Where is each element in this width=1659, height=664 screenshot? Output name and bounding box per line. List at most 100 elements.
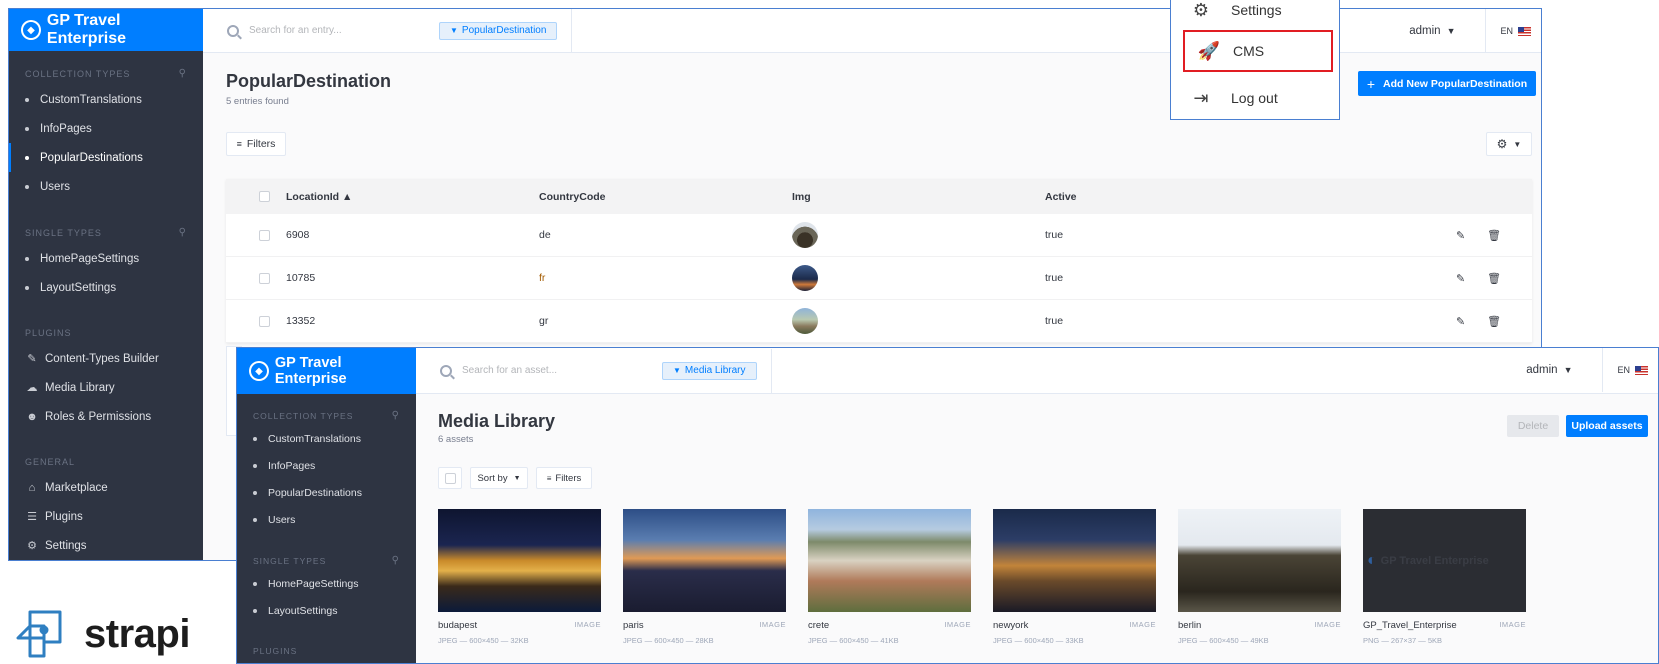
admin-dropdown[interactable]: admin [1409,25,1440,37]
sort-by-button[interactable]: Sort by ▼ [470,467,528,489]
asset-type-badge: IMAGE [759,620,786,629]
plus-icon: + [1366,75,1376,92]
page-title: Media Library [438,411,556,431]
menu-item-cms[interactable]: 🚀 CMS [1183,30,1333,72]
budapest-image [438,509,601,612]
paris-image [623,509,786,612]
settings-menu-button[interactable]: ⚙ ▼ [1486,132,1532,156]
select-all-checkbox-wrapper[interactable] [438,467,462,489]
sidebar-item-customtranslations[interactable]: CustomTranslations [237,425,416,452]
sidebar-item-settings[interactable]: ⚙ Settings [9,531,203,560]
gp-travel-logo-image: ◐ GP Travel Enterprise [1363,509,1526,612]
sidebar-item-users[interactable]: Users [9,172,203,201]
caret-down-icon: ▼ [513,474,521,482]
caret-down-icon[interactable]: ▼ [1564,365,1573,375]
asset-meta: JPEG — 600×450 — 49KB [1178,636,1269,645]
search-icon[interactable]: ⚲ [179,68,187,79]
asset-card[interactable]: ◐ GP Travel Enterprise GP_Travel_Enterpr… [1363,509,1526,645]
select-all-checkbox[interactable] [259,191,270,202]
asset-card[interactable]: newyork IMAGE JPEG — 600×450 — 33KB [993,509,1156,645]
sidebar-item-layoutsettings[interactable]: LayoutSettings [9,273,203,302]
bullet-icon [253,608,257,613]
language-switcher[interactable]: EN [1485,9,1531,53]
gear-icon: ⚙ [1192,0,1210,20]
page-title: PopularDestination [226,71,392,91]
row-checkbox[interactable] [259,229,270,241]
shopping-basket-icon: ⌂ [28,481,36,494]
bullet-icon [253,490,257,495]
sidebar-item-layoutsettings[interactable]: LayoutSettings [237,597,416,624]
filters-button[interactable]: ≡ Filters [226,132,286,156]
search-input[interactable]: Search for an entry... [249,25,439,36]
asset-name: crete [808,620,830,631]
search-icon[interactable]: ⚲ [179,227,187,238]
app-name: GP Travel Enterprise [46,12,127,47]
select-all-checkbox[interactable] [444,472,456,484]
trash-icon[interactable]: 🗑 [1487,315,1501,328]
edit-icon[interactable]: ✎ [1456,229,1465,242]
cell-active: true [1045,272,1064,284]
logo-mark-icon: ◐ [1367,551,1377,569]
cell-active: true [1045,229,1064,241]
brand-header[interactable]: ◆ GP Travel Enterprise [237,348,416,394]
sidebar-item-homepagesettings[interactable]: HomePageSettings [237,570,416,597]
asset-card[interactable]: paris IMAGE JPEG — 600×450 — 28KB [623,509,786,645]
asset-card[interactable]: crete IMAGE JPEG — 600×450 — 41KB [808,509,971,645]
menu-item-settings[interactable]: ⚙ Settings [1171,0,1339,31]
sidebar-item-content-types-builder[interactable]: ✎ Content-Types Builder [9,344,203,373]
search-icon [227,24,239,37]
filters-button[interactable]: ≡ Filters [536,467,592,489]
bullet-icon [253,463,257,468]
search-input[interactable]: Search for an asset... [462,365,662,376]
cell-locationid: 6908 [286,229,310,241]
caret-down-icon[interactable]: ▼ [1447,26,1456,36]
brand-header[interactable]: ◆ GP Travel Enterprise [9,9,203,51]
row-checkbox[interactable] [259,272,270,284]
admin-dropdown[interactable]: admin [1526,364,1557,376]
table-row[interactable]: 10785 fr true ✎ 🗑 [226,257,1532,300]
upload-assets-button[interactable]: Upload assets [1566,415,1648,437]
berlin-image [1178,509,1341,612]
language-switcher[interactable]: EN [1602,348,1648,392]
sidebar-item-roles-permissions[interactable]: ☻ Roles & Permissions [9,402,203,431]
sidebar-item-populardestinations[interactable]: PopularDestinations [237,479,416,506]
delete-button[interactable]: Delete [1507,415,1559,437]
sidebar-item-homepagesettings[interactable]: HomePageSettings [9,244,203,273]
sidebar-item-infopages[interactable]: InfoPages [9,114,203,143]
row-checkbox[interactable] [259,315,270,327]
edit-icon[interactable]: ✎ [1456,315,1465,328]
column-header-active[interactable]: Active [1045,191,1445,203]
table-row[interactable]: 6908 de true ✎ 🗑 [226,214,1532,257]
search-icon[interactable]: ⚲ [392,555,400,566]
menu-item-logout[interactable]: ⇥ Log out [1171,77,1339,119]
media-library-window: ◆ GP Travel Enterprise COLLECTION TYPES … [236,347,1659,664]
asset-type-badge: IMAGE [1129,620,1156,629]
sidebar-item-customtranslations[interactable]: CustomTranslations [9,85,203,114]
list-icon: ☰ [27,511,37,523]
divider [770,348,772,393]
cell-countrycode: fr [539,272,546,284]
edit-icon[interactable]: ✎ [1456,272,1465,285]
column-header-locationid[interactable]: LocationId ▲ [286,191,539,203]
sidebar-item-marketplace[interactable]: ⌂ Marketplace [9,473,203,502]
trash-icon[interactable]: 🗑 [1487,229,1501,242]
section-title-single-types: SINGLE TYPES ⚲ [253,555,400,566]
sidebar-item-users[interactable]: Users [237,506,416,533]
bullet-icon [25,256,29,261]
sidebar: ◆ GP Travel Enterprise COLLECTION TYPES … [9,9,203,560]
search-icon[interactable]: ⚲ [392,410,400,421]
top-bar: Search for an entry... ▼ PopularDestinati… [203,9,1541,53]
add-new-button[interactable]: + Add New PopularDestination [1358,71,1536,96]
column-header-img[interactable]: Img [792,191,1045,203]
asset-card[interactable]: berlin IMAGE JPEG — 600×450 — 49KB [1178,509,1341,645]
table-header: LocationId ▲ CountryCode Img Active [226,179,1532,214]
sidebar-item-infopages[interactable]: InfoPages [237,452,416,479]
filter-icon: ≡ [236,139,242,149]
trash-icon[interactable]: 🗑 [1487,272,1501,285]
asset-card[interactable]: budapest IMAGE JPEG — 600×450 — 32KB [438,509,601,645]
column-header-countrycode[interactable]: CountryCode [539,191,792,203]
table-row[interactable]: 13352 gr true ✎ 🗑 [226,300,1532,343]
sidebar-item-populardestinations[interactable]: PopularDestinations [9,143,203,172]
sidebar-item-plugins[interactable]: ☰ Plugins [9,502,203,531]
sidebar-item-media-library[interactable]: ☁ Media Library [9,373,203,402]
